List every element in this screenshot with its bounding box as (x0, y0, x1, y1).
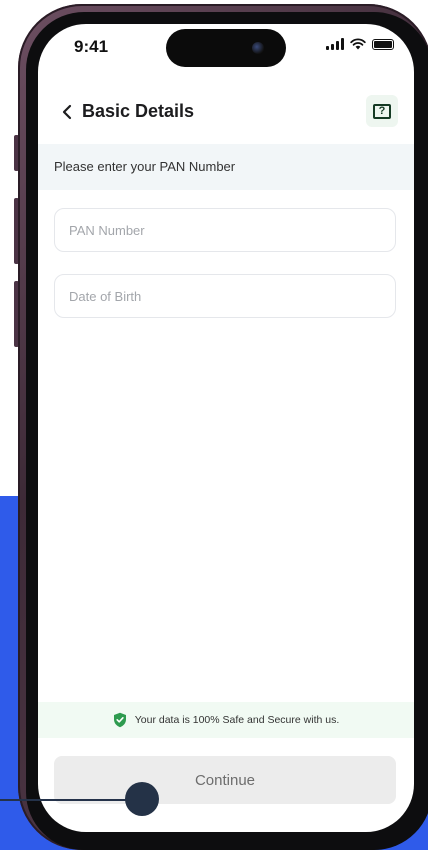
camera-icon (252, 42, 264, 54)
pan-number-input[interactable] (55, 209, 395, 251)
wifi-icon (350, 38, 366, 50)
shield-check-icon (113, 712, 126, 728)
dynamic-island (166, 29, 286, 67)
form-subheading: Please enter your PAN Number (54, 159, 236, 174)
help-icon: ? (373, 103, 391, 119)
pan-number-field[interactable] (54, 208, 396, 252)
app-screen: 9:41 Basic Details ? Please enter your P… (38, 24, 414, 832)
security-note: Your data is 100% Safe and Secure with u… (134, 714, 340, 726)
pointer-line (0, 799, 130, 801)
back-chevron-icon[interactable] (56, 100, 80, 124)
header: Basic Details ? (38, 90, 414, 146)
security-note-bar: Your data is 100% Safe and Secure with u… (38, 702, 414, 738)
subheading-bar: Please enter your PAN Number (38, 144, 414, 190)
continue-button[interactable]: Continue (54, 756, 396, 804)
battery-icon (372, 38, 394, 50)
page-title: Basic Details (82, 101, 195, 121)
date-of-birth-input[interactable] (55, 275, 395, 317)
pointer-dot (125, 782, 159, 816)
help-button[interactable]: ? (366, 95, 398, 127)
signal-icon (326, 38, 344, 50)
status-time: 9:41 (74, 37, 109, 56)
status-icons (326, 38, 394, 50)
date-of-birth-field[interactable] (54, 274, 396, 318)
